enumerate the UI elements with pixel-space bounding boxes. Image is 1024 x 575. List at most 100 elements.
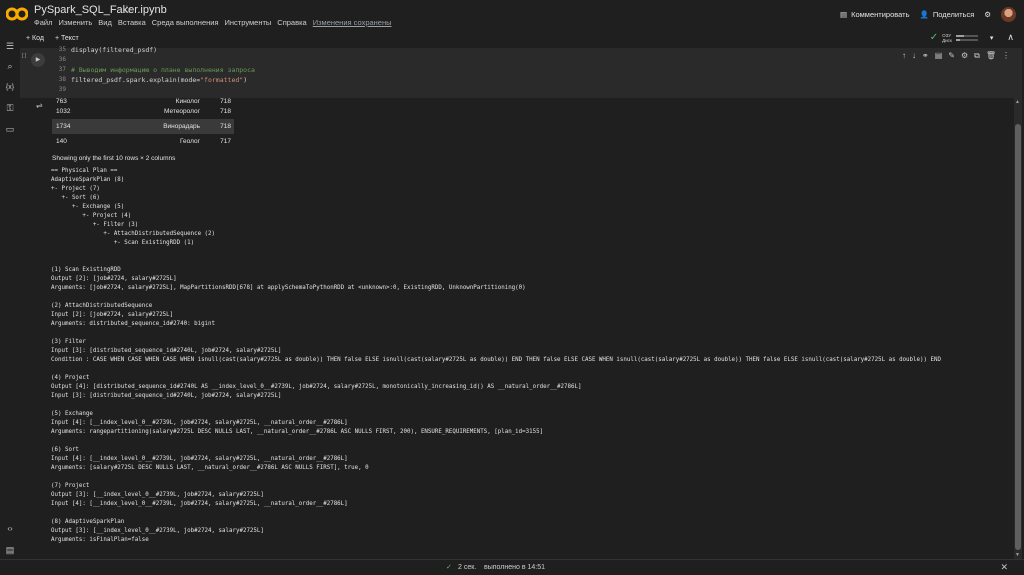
cell-settings-icon[interactable]: ⚙ (961, 51, 968, 61)
left-sidebar: ☰ ⌕ {x} ⚿ ▭ ‹› ▤ (0, 32, 20, 559)
notebook-title[interactable]: PySpark_SQL_Faker.ipynb (34, 4, 167, 16)
chevron-down-icon[interactable]: ▾ (990, 34, 994, 42)
close-icon[interactable]: ✕ (1000, 562, 1008, 573)
plan-line: (8) AdaptiveSparkPlan (51, 519, 125, 525)
plan-line: Arguments: rangepartitioning(salary#2725… (51, 429, 544, 435)
move-up-icon[interactable]: ↑ (902, 51, 906, 61)
link-icon[interactable]: ⚭ (922, 51, 929, 61)
plan-line (51, 248, 941, 257)
code-line: # Выводим информацию о плане выполнения … (71, 66, 255, 74)
files-icon[interactable]: ▭ (4, 123, 16, 135)
star-icon[interactable]: ☆ (122, 3, 132, 16)
plan-line: (5) Exchange (51, 411, 93, 417)
line-number: 39 (58, 86, 66, 93)
plan-line (51, 473, 941, 482)
mirror-icon[interactable]: ⧉ (974, 51, 980, 61)
exec-finished: выполнено в 14:51 (484, 564, 546, 571)
plan-line: Input [2]: [job#2724, salary#2725L] (51, 312, 174, 318)
ram-label: ОЗУ (942, 32, 952, 38)
physical-plan-text: == Physical Plan == AdaptiveSparkPlan (8)… (51, 167, 941, 545)
toc-icon[interactable]: ☰ (4, 40, 16, 52)
plan-line: Input [4]: [__index_level_0__#2739L, job… (51, 420, 348, 426)
ram-bar-fill (955, 34, 964, 37)
menu-tools[interactable]: Инструменты (225, 18, 272, 27)
delete-icon[interactable]: 🗑 (986, 51, 996, 61)
share-button[interactable]: 👤 Поделиться (920, 10, 975, 19)
plan-line (51, 257, 941, 266)
plan-line: Input [3]: [distributed_sequence_id#2740… (51, 348, 282, 354)
plan-line: Output [2]: [job#2724, salary#2725L] (51, 276, 177, 282)
plan-line (51, 329, 941, 338)
menu-insert[interactable]: Вставка (118, 18, 146, 27)
plan-line: (6) Sort (51, 447, 79, 453)
header-actions: ▤ Комментировать 👤 Поделиться ⚙ (840, 7, 1016, 22)
comment-cell-icon[interactable]: ▤ (935, 51, 943, 61)
plan-line: Input [4]: [__index_level_0__#2739L, job… (51, 501, 348, 507)
app-header: PySpark_SQL_Faker.ipynb ☆ Файл Изменить … (0, 0, 1024, 32)
rows-shown-note: Showing only the first 10 rows × 2 colum… (52, 155, 176, 162)
plan-line: (4) Project (51, 375, 90, 381)
plan-line: +- Scan ExistingRDD (1) (51, 240, 195, 246)
move-down-icon[interactable]: ↓ (912, 51, 916, 61)
table-row: 1734 Винорадарь 718 (52, 119, 234, 134)
plan-line (51, 509, 941, 518)
line-number: 37 (58, 66, 66, 73)
plan-line: Arguments: [salary#2725L DESC NULLS LAST… (51, 465, 369, 471)
secrets-icon[interactable]: ⚿ (4, 102, 16, 114)
code-editor[interactable]: display(filtered_psdf) # Выводим информа… (71, 45, 255, 95)
search-icon[interactable]: ⌕ (4, 60, 16, 72)
settings-icon[interactable]: ⚙ (984, 10, 991, 19)
code-line: display(filtered_psdf) (71, 46, 158, 54)
menu-runtime[interactable]: Среда выполнения (152, 18, 219, 27)
colab-logo-icon[interactable] (6, 6, 28, 22)
comment-button[interactable]: ▤ Комментировать (840, 10, 909, 19)
plan-line: (3) Filter (51, 339, 86, 345)
add-code-button[interactable]: + Код (26, 35, 44, 42)
edit-icon[interactable]: ✎ (948, 51, 955, 61)
scrollbar-thumb[interactable] (1015, 124, 1021, 550)
add-text-button[interactable]: + Текст (55, 35, 79, 42)
status-bar: ✓ 2 сек. выполнено в 14:51 ✕ (0, 559, 1024, 575)
run-cell-button[interactable]: ▶ (31, 53, 45, 67)
terminal-icon[interactable]: ▤ (4, 544, 16, 556)
menu-view[interactable]: Вид (98, 18, 112, 27)
plan-line: +- Project (4) (51, 213, 132, 219)
connected-check-icon: ✓ (929, 32, 939, 43)
line-number: 35 (58, 46, 66, 53)
scroll-up-icon[interactable]: ▲ (1015, 99, 1020, 105)
collapse-icon[interactable]: ∧ (1007, 32, 1014, 43)
plan-line (51, 365, 941, 374)
plan-line: +- Exchange (5) (51, 204, 125, 210)
line-number: 36 (58, 56, 66, 63)
table-row: 140 Геолог 717 (56, 138, 231, 145)
plan-line: +- Project (7) (51, 186, 100, 192)
saved-status[interactable]: Изменения сохранены (313, 18, 392, 27)
plan-line: +- Sort (6) (51, 195, 100, 201)
resources-indicator[interactable]: ✓ ОЗУ Диск ▾ ∧ (930, 32, 1014, 43)
menu-edit[interactable]: Изменить (58, 18, 92, 27)
scroll-down-icon[interactable]: ▼ (1015, 552, 1020, 558)
avatar[interactable] (1001, 7, 1016, 22)
code-cell[interactable]: [ ] ▶ 35 36 37 38 39 display(filtered_psdf) … (20, 45, 1022, 98)
plan-line: Input [4]: [__index_level_0__#2739L, job… (51, 456, 348, 462)
exec-duration: 2 сек. (458, 564, 477, 571)
disk-bar-fill (955, 38, 961, 41)
line-numbers: 35 36 37 38 39 (54, 45, 66, 95)
menu-file[interactable]: Файл (34, 18, 52, 27)
variables-icon[interactable]: {x} (4, 82, 16, 94)
menu-help[interactable]: Справка (277, 18, 306, 27)
plan-line: Arguments: distributed_sequence_id#2740:… (51, 321, 216, 327)
output-scrollbar[interactable]: ▲ ▼ (1014, 98, 1022, 559)
code-line: filtered_psdf.spark.explain(mode="format… (71, 76, 248, 84)
plan-line: Output [3]: [__index_level_0__#2739L, jo… (51, 528, 264, 534)
output-menu-icon[interactable]: ⇌ (36, 101, 43, 110)
more-icon[interactable]: ⋮ (1002, 51, 1010, 61)
plan-line: (7) Project (51, 483, 90, 489)
plan-line: Arguments: [job#2724, salary#2725L], Map… (51, 285, 526, 291)
plan-line (51, 401, 941, 410)
cell-toolbar: ↑ ↓ ⚭ ▤ ✎ ⚙ ⧉ 🗑 ⋮ (902, 51, 1010, 61)
plan-line: +- Filter (3) (51, 222, 139, 228)
code-snippets-icon[interactable]: ‹› (4, 523, 16, 535)
